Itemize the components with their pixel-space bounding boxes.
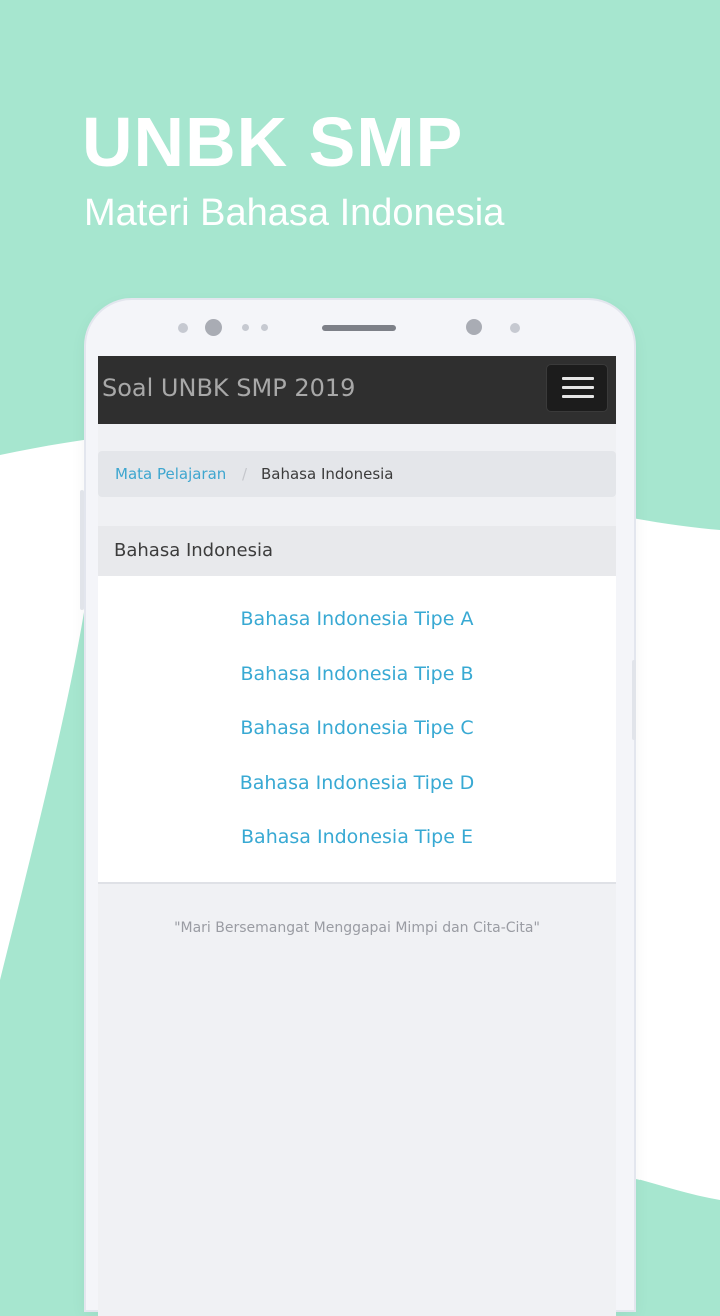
navbar: Soal UNBK SMP 2019 bbox=[98, 356, 616, 424]
earpiece-speaker bbox=[322, 325, 396, 331]
footer-quote: "Mari Bersemangat Menggapai Mimpi dan Ci… bbox=[174, 920, 540, 936]
proximity-sensor-dot bbox=[466, 319, 482, 335]
breadcrumb-link-mata-pelajaran[interactable]: Mata Pelajaran bbox=[115, 451, 226, 497]
link-tipe-c[interactable]: Bahasa Indonesia Tipe C bbox=[98, 714, 616, 742]
phone-side-button bbox=[80, 490, 84, 610]
sensor-dot bbox=[510, 323, 520, 333]
subject-panel: Bahasa Indonesia Bahasa Indonesia Tipe A… bbox=[98, 526, 616, 884]
breadcrumb-separator: / bbox=[242, 465, 248, 483]
promo-title: UNBK SMP bbox=[82, 103, 464, 181]
sensor-dot bbox=[178, 323, 188, 333]
link-tipe-e[interactable]: Bahasa Indonesia Tipe E bbox=[98, 823, 616, 851]
breadcrumb-current: Bahasa Indonesia bbox=[261, 465, 394, 483]
phone-mockup: Soal UNBK SMP 2019 Mata Pelajaran / Baha… bbox=[80, 300, 636, 1316]
link-tipe-d[interactable]: Bahasa Indonesia Tipe D bbox=[98, 769, 616, 797]
link-tipe-a[interactable]: Bahasa Indonesia Tipe A bbox=[98, 605, 616, 633]
promo-subtitle: Materi Bahasa Indonesia bbox=[84, 192, 505, 234]
navbar-brand[interactable]: Soal UNBK SMP 2019 bbox=[102, 370, 355, 406]
breadcrumb: Mata Pelajaran / Bahasa Indonesia bbox=[98, 451, 616, 497]
menu-toggle-button[interactable] bbox=[546, 364, 608, 412]
phone-top-bezel bbox=[86, 300, 634, 356]
panel-heading-label: Bahasa Indonesia bbox=[114, 540, 273, 561]
phone-side-button bbox=[632, 660, 636, 740]
sensor-dot bbox=[261, 324, 268, 331]
front-camera-icon bbox=[205, 319, 222, 336]
panel-heading: Bahasa Indonesia bbox=[98, 526, 616, 576]
link-tipe-b[interactable]: Bahasa Indonesia Tipe B bbox=[98, 660, 616, 688]
sensor-dot bbox=[242, 324, 249, 331]
app-screen: Soal UNBK SMP 2019 Mata Pelajaran / Baha… bbox=[98, 356, 616, 1316]
